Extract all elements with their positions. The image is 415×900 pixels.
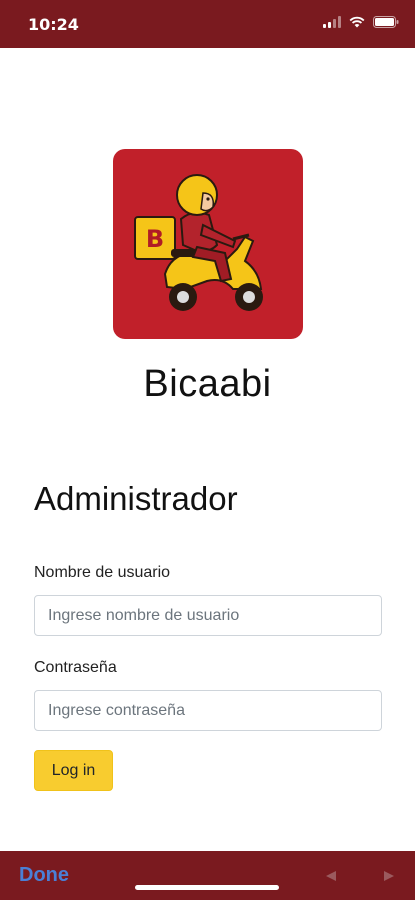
login-button[interactable]: Log in <box>34 750 113 791</box>
back-arrow-icon[interactable] <box>324 869 338 887</box>
browser-toolbar: Done <box>0 851 415 900</box>
forward-arrow-icon[interactable] <box>382 869 396 887</box>
username-input[interactable] <box>34 595 382 636</box>
wifi-icon <box>349 16 365 28</box>
password-label: Contraseña <box>34 659 117 676</box>
status-time: 10:24 <box>28 15 79 34</box>
battery-icon <box>373 16 399 28</box>
status-icons <box>323 16 399 28</box>
app-logo: B <box>113 149 303 339</box>
username-label: Nombre de usuario <box>34 564 171 581</box>
status-bar: 10:24 <box>0 0 415 48</box>
form-title: Administrador <box>34 480 238 517</box>
home-indicator <box>135 885 279 890</box>
done-button[interactable]: Done <box>19 864 69 887</box>
signal-icon <box>323 16 341 28</box>
svg-text:B: B <box>146 225 164 253</box>
app-name: Bicaabi <box>143 363 272 405</box>
password-input[interactable] <box>34 690 382 731</box>
